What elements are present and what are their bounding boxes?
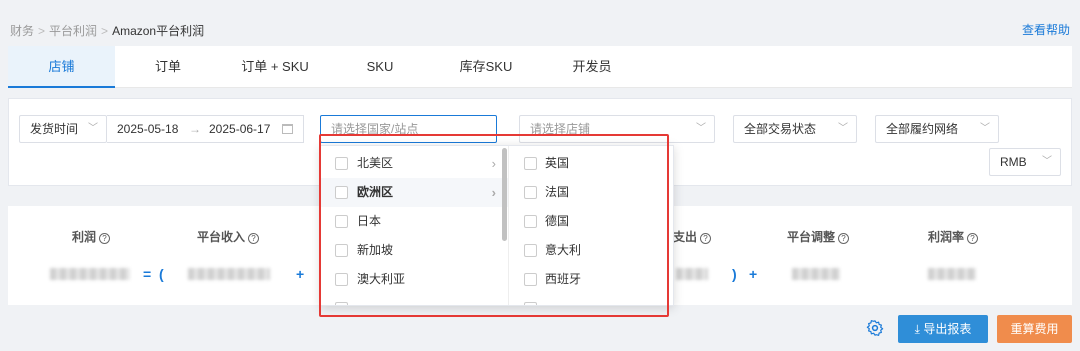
fulfillment-select[interactable]: 全部履约网络 ﹀ — [875, 115, 999, 143]
tab-store[interactable]: 店铺 — [8, 46, 115, 88]
download-icon: ⤓ — [914, 322, 920, 336]
plus-sign: + — [749, 266, 758, 282]
stat-label-platform-adjustment: 平台调整? — [787, 228, 850, 245]
export-report-label: 导出报表 — [923, 322, 972, 336]
export-report-button[interactable]: ⤓ 导出报表 — [898, 315, 988, 343]
chevron-down-icon: ﹀ — [980, 123, 990, 134]
trade-status-select[interactable]: 全部交易状态 ﹀ — [733, 115, 857, 143]
trade-status-value: 全部交易状态 — [744, 122, 817, 136]
close-paren: ) — [732, 266, 737, 282]
blurred-value-profit — [50, 268, 130, 280]
plus-sign: + — [296, 266, 305, 282]
help-icon[interactable]: ? — [248, 233, 260, 244]
blurred-value-income — [188, 268, 270, 280]
currency-value: RMB — [1000, 155, 1027, 169]
help-link[interactable]: 查看帮助 — [1022, 21, 1070, 38]
help-icon[interactable]: ? — [838, 233, 850, 244]
breadcrumb-item-finance[interactable]: 财务 — [10, 24, 34, 38]
blurred-value-expense — [676, 268, 708, 280]
tab-order[interactable]: 订单 — [128, 46, 208, 88]
date-range-picker[interactable]: 2025-05-18 → 2025-06-17 — [107, 115, 304, 143]
breadcrumb: 财务 > 平台利润 > Amazon平台利润 — [10, 22, 204, 39]
gear-icon[interactable] — [866, 319, 884, 337]
currency-select[interactable]: RMB ﹀ — [989, 148, 1061, 176]
tab-developer[interactable]: 开发员 — [556, 46, 628, 88]
equals-sign: = — [143, 266, 152, 282]
help-icon[interactable]: ? — [99, 233, 111, 244]
chevron-down-icon: ﹀ — [1042, 156, 1052, 167]
tab-bar: 店铺 订单 订单 + SKU SKU 库存SKU 开发员 — [8, 46, 1072, 88]
open-paren: ( — [159, 266, 164, 282]
breadcrumb-current: Amazon平台利润 — [112, 24, 205, 38]
help-icon[interactable]: ? — [967, 233, 979, 244]
help-icon[interactable]: ? — [700, 233, 712, 244]
recalculate-fees-button[interactable]: 重算费用 — [997, 315, 1072, 343]
fulfillment-value: 全部履约网络 — [886, 122, 959, 136]
breadcrumb-separator: > — [38, 24, 46, 38]
stat-label-platform-income: 平台收入? — [197, 228, 260, 245]
date-start: 2025-05-18 — [117, 122, 179, 136]
chevron-down-icon: ﹀ — [696, 123, 706, 134]
breadcrumb-item-platform-profit[interactable]: 平台利润 — [49, 24, 97, 38]
stat-label-profit-rate: 利润率? — [928, 228, 979, 245]
date-type-select[interactable]: 发货时间 ﹀ — [19, 115, 107, 143]
date-range-arrow: → — [189, 122, 201, 136]
chevron-down-icon: ﹀ — [838, 123, 848, 134]
date-end: 2025-06-17 — [209, 122, 271, 136]
blurred-value-profit-rate — [928, 268, 976, 280]
annotation-highlight-box — [319, 134, 669, 317]
date-type-value: 发货时间 — [30, 122, 79, 136]
calendar-icon — [282, 124, 293, 134]
stat-label-expense: 支出? — [673, 228, 712, 245]
breadcrumb-separator: > — [101, 24, 109, 38]
tab-inventory-sku[interactable]: 库存SKU — [448, 46, 524, 88]
tab-sku[interactable]: SKU — [344, 46, 416, 88]
stat-label-profit: 利润? — [72, 228, 111, 245]
chevron-down-icon: ﹀ — [88, 123, 98, 134]
tab-order-sku[interactable]: 订单 + SKU — [230, 46, 320, 88]
blurred-value-adjustment — [792, 268, 840, 280]
